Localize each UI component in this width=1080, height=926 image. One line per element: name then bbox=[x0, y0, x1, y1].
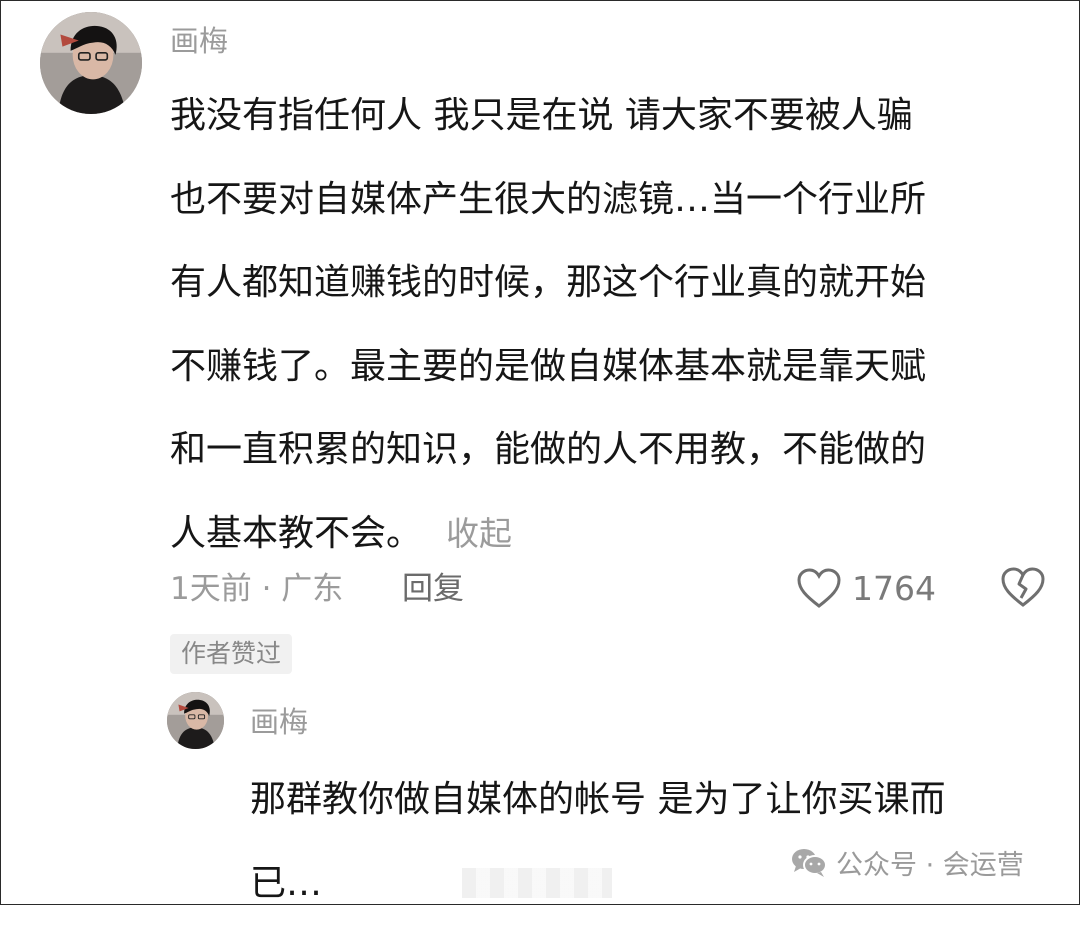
reply-avatar[interactable] bbox=[167, 692, 224, 749]
comment-line: 人基本教不会。 bbox=[170, 512, 423, 554]
reply-line: 那群教你做自媒体的帐号 是为了让你买课而 bbox=[250, 779, 946, 820]
username[interactable]: 画梅 bbox=[170, 27, 228, 56]
wechat-icon bbox=[792, 849, 827, 877]
avatar[interactable] bbox=[40, 12, 142, 114]
comment-text: 我没有指任何人 我只是在说 请大家不要被人骗 也不要对自媒体产生很大的滤镜…当一… bbox=[170, 74, 1050, 575]
comment-line: 也不要对自媒体产生很大的滤镜…当一个行业所 bbox=[170, 178, 927, 220]
time-location: 1天前 · 广东 bbox=[170, 571, 344, 607]
reply-username[interactable]: 画梅 bbox=[250, 708, 308, 737]
blurred-area bbox=[462, 868, 612, 898]
like-button[interactable]: 1764 bbox=[796, 563, 936, 613]
broken-heart-icon bbox=[1001, 567, 1045, 607]
dislike-button[interactable] bbox=[1000, 564, 1046, 610]
comment-line: 我没有指任何人 我只是在说 请大家不要被人骗 bbox=[170, 95, 913, 136]
comment-line: 不赚钱了。最主要的是做自媒体基本就是靠天赋 bbox=[170, 345, 927, 387]
avatar-image bbox=[167, 692, 224, 749]
collapse-link[interactable]: 收起 bbox=[446, 514, 512, 553]
watermark: 公众号 · 会运营 bbox=[790, 842, 1024, 882]
reply-button[interactable]: 回复 bbox=[402, 566, 464, 612]
comment-line: 和一直积累的知识，能做的人不用教，不能做的 bbox=[170, 429, 927, 470]
heart-outline-icon bbox=[797, 568, 841, 608]
comment-line: 有人都知道赚钱的时候，那这个行业真的就开始 bbox=[170, 262, 927, 303]
watermark-text: 公众号 · 会运营 bbox=[836, 849, 1024, 881]
like-count: 1764 bbox=[852, 568, 936, 608]
avatar-image bbox=[40, 12, 142, 114]
author-liked-badge: 作者赞过 bbox=[170, 634, 293, 674]
